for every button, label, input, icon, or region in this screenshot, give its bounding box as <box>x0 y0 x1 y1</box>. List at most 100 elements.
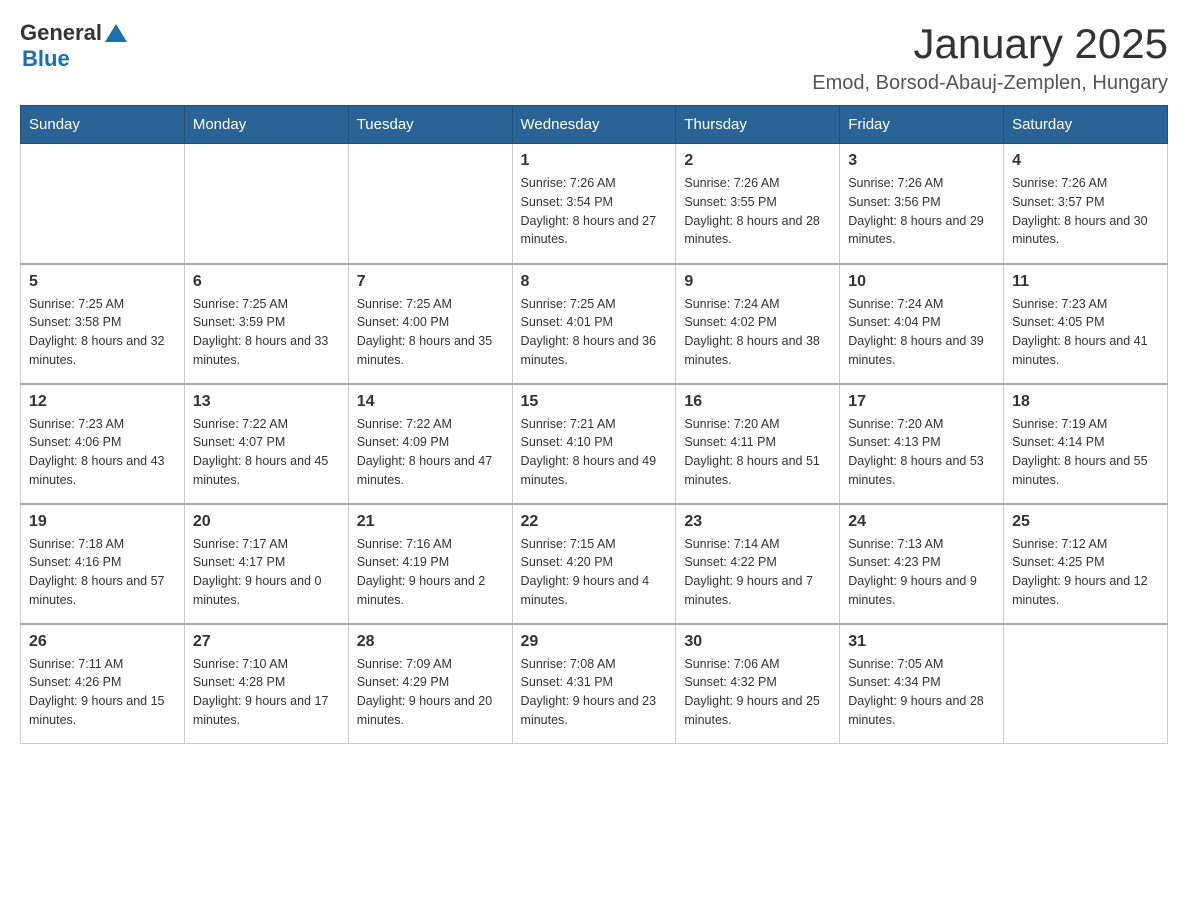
calendar-cell: 15 Sunrise: 7:21 AMSunset: 4:10 PMDayligh… <box>512 384 676 504</box>
calendar-table: SundayMondayTuesdayWednesdayThursdayFrid… <box>20 105 1168 744</box>
day-info: Sunrise: 7:26 AMSunset: 3:56 PMDaylight:… <box>848 174 995 249</box>
calendar-cell: 19Sunrise: 7:18 AMSunset: 4:16 PMDayligh… <box>21 504 185 624</box>
day-info: Sunrise: 7:13 AMSunset: 4:23 PMDaylight:… <box>848 535 995 610</box>
day-number: 4 <box>1012 152 1159 170</box>
calendar-cell: 6Sunrise: 7:25 AMSunset: 3:59 PMDaylight… <box>184 264 348 384</box>
day-number: 27 <box>193 633 340 651</box>
calendar-cell: 8Sunrise: 7:25 AMSunset: 4:01 PMDaylight… <box>512 264 676 384</box>
day-number: 1 <box>521 152 668 170</box>
logo: General Blue <box>20 20 127 72</box>
day-info: Sunrise: 7:11 AMSunset: 4:26 PMDaylight:… <box>29 655 176 730</box>
calendar-cell: 10 Sunrise: 7:24 AMSunset: 4:04 PMDayligh… <box>840 264 1004 384</box>
day-info: Sunrise: 7:23 AMSunset: 4:06 PMDaylight:… <box>29 415 176 490</box>
calendar-cell: 13 Sunrise: 7:22 AMSunset: 4:07 PMDayligh… <box>184 384 348 504</box>
calendar-cell: 1 Sunrise: 7:26 AMSunset: 3:54 PMDaylight… <box>512 144 676 264</box>
day-info: Sunrise: 7:26 AMSunset: 3:57 PMDaylight:… <box>1012 174 1159 249</box>
day-number: 6 <box>193 273 340 291</box>
day-number: 19 <box>29 513 176 531</box>
day-number: 21 <box>357 513 504 531</box>
header-monday: Monday <box>184 106 348 144</box>
calendar-cell: 9Sunrise: 7:24 AMSunset: 4:02 PMDaylight… <box>676 264 840 384</box>
calendar-cell: 21 Sunrise: 7:16 AMSunset: 4:19 PMDayligh… <box>348 504 512 624</box>
day-number: 22 <box>521 513 668 531</box>
day-number: 2 <box>684 152 831 170</box>
day-number: 23 <box>684 513 831 531</box>
day-number: 5 <box>29 273 176 291</box>
day-info: Sunrise: 7:22 AMSunset: 4:09 PMDaylight:… <box>357 415 504 490</box>
calendar-cell: 25 Sunrise: 7:12 AMSunset: 4:25 PMDayligh… <box>1004 504 1168 624</box>
day-info: Sunrise: 7:26 AMSunset: 3:54 PMDaylight:… <box>521 174 668 249</box>
header-friday: Friday <box>840 106 1004 144</box>
calendar-cell: 12 Sunrise: 7:23 AMSunset: 4:06 PMDayligh… <box>21 384 185 504</box>
day-number: 14 <box>357 393 504 411</box>
day-info: Sunrise: 7:05 AMSunset: 4:34 PMDaylight:… <box>848 655 995 730</box>
day-number: 28 <box>357 633 504 651</box>
day-info: Sunrise: 7:20 AMSunset: 4:11 PMDaylight:… <box>684 415 831 490</box>
header-wednesday: Wednesday <box>512 106 676 144</box>
month-title: January 2025 <box>812 20 1168 68</box>
day-number: 9 <box>684 273 831 291</box>
day-number: 11 <box>1012 273 1159 291</box>
calendar-cell: 24 Sunrise: 7:13 AMSunset: 4:23 PMDayligh… <box>840 504 1004 624</box>
calendar-cell: 31 Sunrise: 7:05 AMSunset: 4:34 PMDayligh… <box>840 624 1004 744</box>
calendar-cell: 4 Sunrise: 7:26 AMSunset: 3:57 PMDaylight… <box>1004 144 1168 264</box>
day-info: Sunrise: 7:26 AMSunset: 3:55 PMDaylight:… <box>684 174 831 249</box>
calendar-cell: 2 Sunrise: 7:26 AMSunset: 3:55 PMDaylight… <box>676 144 840 264</box>
day-info: Sunrise: 7:16 AMSunset: 4:19 PMDaylight:… <box>357 535 504 610</box>
day-number: 30 <box>684 633 831 651</box>
calendar-cell: 30 Sunrise: 7:06 AMSunset: 4:32 PMDayligh… <box>676 624 840 744</box>
day-number: 24 <box>848 513 995 531</box>
header-saturday: Saturday <box>1004 106 1168 144</box>
calendar-cell: 22 Sunrise: 7:15 AMSunset: 4:20 PMDayligh… <box>512 504 676 624</box>
title-block: January 2025 Emod, Borsod-Abauj-Zemplen,… <box>812 20 1168 95</box>
day-info: Sunrise: 7:21 AMSunset: 4:10 PMDaylight:… <box>521 415 668 490</box>
calendar-week-row: 5 Sunrise: 7:25 AMSunset: 3:58 PMDaylight… <box>21 264 1168 384</box>
page-header: General Blue January 2025 Emod, Borsod-A… <box>20 20 1168 95</box>
day-number: 25 <box>1012 513 1159 531</box>
day-number: 13 <box>193 393 340 411</box>
day-info: Sunrise: 7:08 AMSunset: 4:31 PMDaylight:… <box>521 655 668 730</box>
calendar-cell: 5 Sunrise: 7:25 AMSunset: 3:58 PMDaylight… <box>21 264 185 384</box>
day-number: 18 <box>1012 393 1159 411</box>
day-info: Sunrise: 7:14 AMSunset: 4:22 PMDaylight:… <box>684 535 831 610</box>
day-info: Sunrise: 7:25 AMSunset: 3:58 PMDaylight:… <box>29 295 176 370</box>
day-info: Sunrise: 7:24 AMSunset: 4:04 PMDaylight:… <box>848 295 995 370</box>
day-info: Sunrise: 7:25 AMSunset: 4:01 PMDaylight:… <box>521 295 668 370</box>
day-number: 3 <box>848 152 995 170</box>
calendar-week-row: 1 Sunrise: 7:26 AMSunset: 3:54 PMDaylight… <box>21 144 1168 264</box>
calendar-header-row: SundayMondayTuesdayWednesdayThursdayFrid… <box>21 106 1168 144</box>
day-number: 20 <box>193 513 340 531</box>
calendar-cell <box>348 144 512 264</box>
calendar-cell: 11 Sunrise: 7:23 AMSunset: 4:05 PMDayligh… <box>1004 264 1168 384</box>
calendar-cell: 16Sunrise: 7:20 AMSunset: 4:11 PMDayligh… <box>676 384 840 504</box>
day-number: 7 <box>357 273 504 291</box>
header-sunday: Sunday <box>21 106 185 144</box>
day-info: Sunrise: 7:12 AMSunset: 4:25 PMDaylight:… <box>1012 535 1159 610</box>
day-info: Sunrise: 7:25 AMSunset: 4:00 PMDaylight:… <box>357 295 504 370</box>
calendar-cell: 20Sunrise: 7:17 AMSunset: 4:17 PMDayligh… <box>184 504 348 624</box>
day-info: Sunrise: 7:06 AMSunset: 4:32 PMDaylight:… <box>684 655 831 730</box>
day-number: 15 <box>521 393 668 411</box>
day-number: 17 <box>848 393 995 411</box>
calendar-cell: 3 Sunrise: 7:26 AMSunset: 3:56 PMDaylight… <box>840 144 1004 264</box>
calendar-cell: 26Sunrise: 7:11 AMSunset: 4:26 PMDayligh… <box>21 624 185 744</box>
day-number: 12 <box>29 393 176 411</box>
calendar-week-row: 26Sunrise: 7:11 AMSunset: 4:26 PMDayligh… <box>21 624 1168 744</box>
calendar-cell: 28Sunrise: 7:09 AMSunset: 4:29 PMDayligh… <box>348 624 512 744</box>
calendar-cell: 17 Sunrise: 7:20 AMSunset: 4:13 PMDayligh… <box>840 384 1004 504</box>
day-info: Sunrise: 7:22 AMSunset: 4:07 PMDaylight:… <box>193 415 340 490</box>
calendar-cell: 18Sunrise: 7:19 AMSunset: 4:14 PMDayligh… <box>1004 384 1168 504</box>
calendar-cell: 14 Sunrise: 7:22 AMSunset: 4:09 PMDayligh… <box>348 384 512 504</box>
calendar-cell <box>184 144 348 264</box>
day-number: 10 <box>848 273 995 291</box>
calendar-cell <box>21 144 185 264</box>
day-info: Sunrise: 7:15 AMSunset: 4:20 PMDaylight:… <box>521 535 668 610</box>
logo-blue: Blue <box>22 46 70 72</box>
day-number: 29 <box>521 633 668 651</box>
logo-triangle-icon <box>105 22 127 44</box>
location-title: Emod, Borsod-Abauj-Zemplen, Hungary <box>812 72 1168 95</box>
calendar-cell: 29 Sunrise: 7:08 AMSunset: 4:31 PMDayligh… <box>512 624 676 744</box>
day-info: Sunrise: 7:20 AMSunset: 4:13 PMDaylight:… <box>848 415 995 490</box>
day-number: 31 <box>848 633 995 651</box>
day-info: Sunrise: 7:23 AMSunset: 4:05 PMDaylight:… <box>1012 295 1159 370</box>
